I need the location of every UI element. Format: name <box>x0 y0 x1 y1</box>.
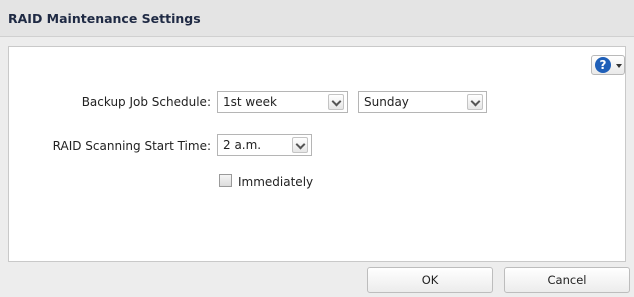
caret-down-icon <box>616 64 622 68</box>
cancel-button[interactable]: Cancel <box>504 267 630 293</box>
chevron-down-icon[interactable] <box>467 94 483 110</box>
dialog-title: RAID Maintenance Settings <box>8 11 201 26</box>
backup-schedule-label: Backup Job Schedule: <box>81 95 211 109</box>
immediately-checkbox[interactable] <box>219 174 232 187</box>
help-icon: ? <box>595 57 611 73</box>
chevron-down-icon[interactable] <box>292 137 308 153</box>
backup-week-value: 1st week <box>223 95 277 109</box>
backup-week-select[interactable]: 1st week <box>217 91 348 113</box>
ok-button[interactable]: OK <box>367 267 493 293</box>
settings-panel <box>8 46 626 262</box>
chevron-down-icon[interactable] <box>328 94 344 110</box>
scan-start-time-select[interactable]: 2 a.m. <box>217 134 312 156</box>
scan-start-label: RAID Scanning Start Time: <box>52 139 211 153</box>
backup-day-value: Sunday <box>364 95 409 109</box>
help-menu-button[interactable]: ? <box>591 55 625 75</box>
dialog-titlebar: RAID Maintenance Settings <box>0 0 634 37</box>
scan-start-time-value: 2 a.m. <box>223 138 262 152</box>
immediately-label[interactable]: Immediately <box>238 175 313 189</box>
raid-maintenance-dialog: RAID Maintenance Settings ? Backup Job S… <box>0 0 634 297</box>
backup-day-select[interactable]: Sunday <box>358 91 487 113</box>
